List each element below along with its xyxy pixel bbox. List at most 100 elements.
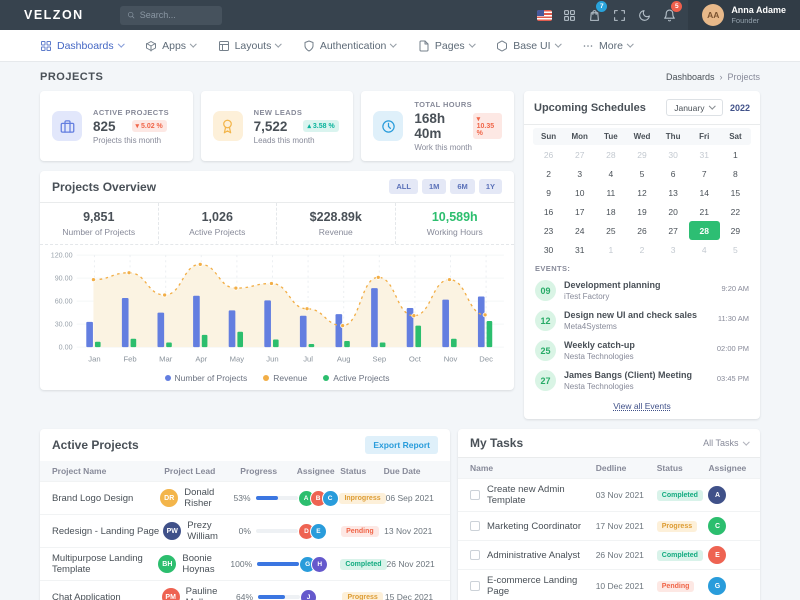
task-row[interactable]: E-commerce Landing Page10 Dec 2021Pendin… — [458, 569, 760, 600]
calendar-day[interactable]: 14 — [689, 183, 720, 202]
breadcrumb-projects: Projects — [727, 72, 760, 82]
avatar: A — [708, 486, 726, 504]
weekday-label: Sat — [720, 128, 751, 145]
calendar-day[interactable]: 26 — [626, 221, 657, 240]
event-item[interactable]: 12Design new UI and check salesMeta4Syst… — [535, 310, 749, 331]
calendar-day[interactable]: 31 — [564, 240, 595, 259]
range-button-6m[interactable]: 6M — [450, 179, 474, 194]
task-checkbox[interactable] — [470, 581, 480, 591]
user-menu[interactable]: AA Anna Adame Founder — [688, 0, 800, 30]
calendar-day[interactable]: 5 — [626, 164, 657, 183]
task-status: Completed — [657, 549, 709, 561]
calendar-day[interactable]: 27 — [658, 221, 689, 240]
project-name: Chat Application — [52, 592, 162, 600]
range-button-1y[interactable]: 1Y — [479, 179, 502, 194]
svg-text:60.00: 60.00 — [55, 298, 73, 306]
dark-mode-button[interactable] — [632, 0, 657, 30]
notifications-button[interactable]: 5 — [657, 0, 682, 30]
app-logo[interactable]: VELZON — [24, 8, 84, 22]
event-item[interactable]: 25Weekly catch-upNesta Technologies02:00… — [535, 340, 749, 361]
calendar-day[interactable]: 1 — [595, 240, 626, 259]
table-row[interactable]: Multipurpose Landing TemplateBHBoonie Ho… — [40, 547, 450, 580]
calendar-day[interactable]: 24 — [564, 221, 595, 240]
legend-label: Number of Projects — [175, 373, 248, 383]
calendar-day[interactable]: 31 — [689, 145, 720, 164]
calendar-day[interactable]: 4 — [689, 240, 720, 259]
table-row[interactable]: Brand Logo DesignDRDonald Risher53%ABCIn… — [40, 481, 450, 514]
calendar-day[interactable]: 30 — [658, 145, 689, 164]
calendar-day[interactable]: 2 — [533, 164, 564, 183]
calendar-day[interactable]: 15 — [720, 183, 751, 202]
chart-legend: Number of ProjectsRevenueActive Projects — [40, 370, 514, 390]
search-icon — [127, 10, 135, 20]
calendar-day[interactable]: 26 — [533, 145, 564, 164]
event-day-badge: 27 — [535, 370, 556, 391]
task-checkbox[interactable] — [470, 521, 480, 531]
calendar-day[interactable]: 8 — [720, 164, 751, 183]
all-tasks-dropdown[interactable]: All Tasks — [703, 438, 748, 448]
calendar-day[interactable]: 11 — [595, 183, 626, 202]
calendar-day[interactable]: 3 — [658, 240, 689, 259]
range-button-1m[interactable]: 1M — [422, 179, 446, 194]
calendar-day[interactable]: 7 — [689, 164, 720, 183]
nav-item-more[interactable]: More — [572, 36, 642, 56]
task-checkbox[interactable] — [470, 550, 480, 560]
calendar-day[interactable]: 6 — [658, 164, 689, 183]
calendar-day[interactable]: 19 — [626, 202, 657, 221]
svg-text:Oct: Oct — [409, 354, 422, 363]
calendar-day[interactable]: 13 — [658, 183, 689, 202]
calendar-day-selected[interactable]: 28 — [689, 221, 720, 240]
calendar-day[interactable]: 27 — [564, 145, 595, 164]
task-deadline: 10 Dec 2021 — [596, 581, 657, 591]
fullscreen-button[interactable] — [607, 0, 632, 30]
calendar-day[interactable]: 5 — [720, 240, 751, 259]
breadcrumb-dashboards[interactable]: Dashboards — [666, 72, 715, 82]
calendar-day[interactable]: 30 — [533, 240, 564, 259]
calendar-day[interactable]: 12 — [626, 183, 657, 202]
task-row[interactable]: Create new Admin Template03 Nov 2021Comp… — [458, 478, 760, 511]
language-flag-button[interactable] — [532, 0, 557, 30]
task-row[interactable]: Marketing Coordinator17 Nov 2021Progress… — [458, 511, 760, 540]
calendar-day[interactable]: 9 — [533, 183, 564, 202]
nav-item-layouts[interactable]: Layouts — [208, 36, 291, 56]
view-all-events-link[interactable]: View all Events — [524, 400, 760, 419]
nav-item-authentication[interactable]: Authentication — [293, 36, 406, 56]
calendar-day[interactable]: 18 — [595, 202, 626, 221]
calendar-day[interactable]: 17 — [564, 202, 595, 221]
nav-item-apps[interactable]: Apps — [135, 36, 205, 56]
calendar-day[interactable]: 20 — [658, 202, 689, 221]
calendar-day[interactable]: 21 — [689, 202, 720, 221]
table-row[interactable]: Redesign - Landing PagePWPrezy William0%… — [40, 514, 450, 547]
range-button-all[interactable]: ALL — [389, 179, 418, 194]
calendar-day[interactable]: 16 — [533, 202, 564, 221]
calendar-day[interactable]: 23 — [533, 221, 564, 240]
event-item[interactable]: 27James Bangs (Client) MeetingNesta Tech… — [535, 370, 749, 391]
apps-grid-button[interactable] — [557, 0, 582, 30]
table-row[interactable]: Chat ApplicationPMPauline Moll64%JProgre… — [40, 580, 450, 600]
progress-fill — [258, 595, 285, 599]
svg-text:90.00: 90.00 — [55, 275, 73, 283]
user-role: Founder — [731, 16, 786, 25]
calendar-day[interactable]: 22 — [720, 202, 751, 221]
due-date: 13 Nov 2021 — [384, 526, 438, 536]
calendar-day[interactable]: 3 — [564, 164, 595, 183]
calendar-day[interactable]: 2 — [626, 240, 657, 259]
calendar-day[interactable]: 28 — [595, 145, 626, 164]
project-lead: DRDonald Risher — [160, 487, 233, 509]
calendar-day[interactable]: 29 — [720, 221, 751, 240]
nav-item-pages[interactable]: Pages — [408, 36, 484, 56]
nav-item-dashboards[interactable]: Dashboards — [30, 36, 133, 56]
task-row[interactable]: Administrative Analyst26 Nov 2021Complet… — [458, 540, 760, 569]
calendar-day[interactable]: 1 — [720, 145, 751, 164]
calendar-day[interactable]: 4 — [595, 164, 626, 183]
calendar-day[interactable]: 29 — [626, 145, 657, 164]
cart-button[interactable]: 7 — [582, 0, 607, 30]
task-checkbox[interactable] — [470, 490, 480, 500]
calendar-day[interactable]: 10 — [564, 183, 595, 202]
calendar-day[interactable]: 25 — [595, 221, 626, 240]
event-item[interactable]: 09Development planningiTest Factory9:20 … — [535, 280, 749, 301]
nav-item-base-ui[interactable]: Base UI — [486, 36, 570, 56]
export-report-button[interactable]: Export Report — [365, 436, 438, 454]
search-input[interactable] — [140, 10, 215, 20]
month-select[interactable]: January — [666, 99, 723, 116]
